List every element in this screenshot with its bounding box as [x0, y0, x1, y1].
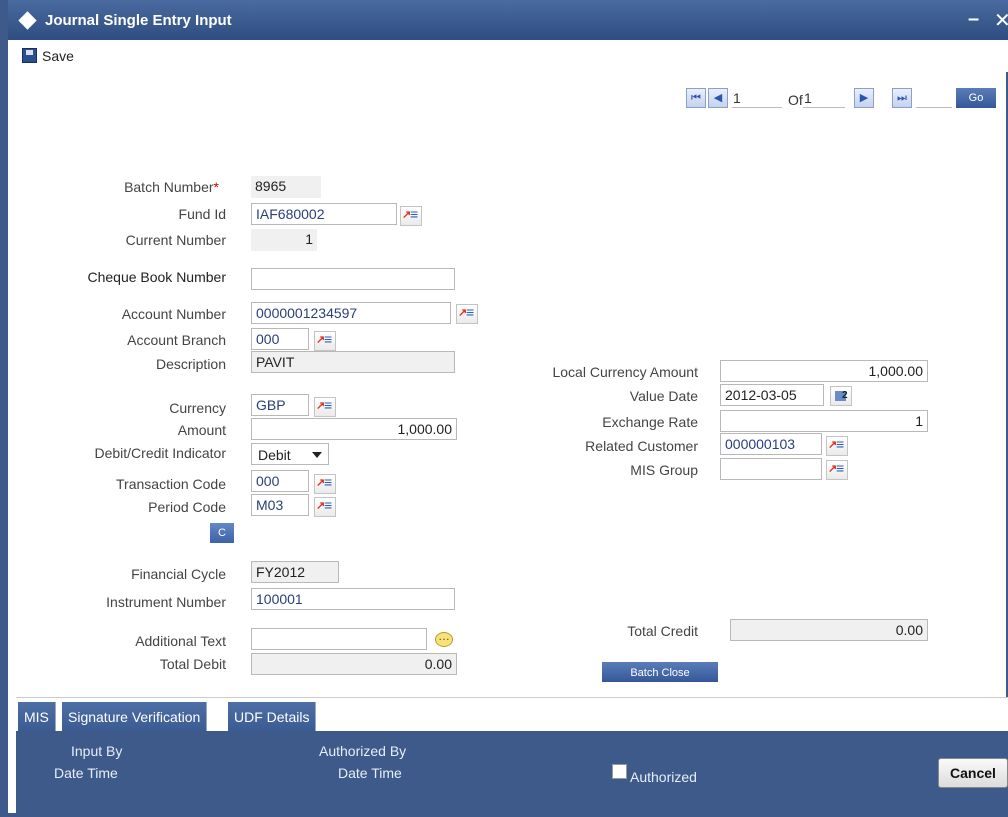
debit-credit-select[interactable]: Debit	[251, 443, 329, 465]
current-record-value: 1	[733, 90, 741, 106]
related-customer-lov-icon[interactable]	[826, 436, 848, 456]
instrument-number-label: Instrument Number	[106, 594, 226, 610]
authorized-by-label: Authorized By	[319, 743, 407, 759]
c-button[interactable]: C	[210, 523, 234, 543]
amount-field[interactable]: 1,000.00	[251, 418, 457, 440]
debit-credit-value: Debit	[258, 447, 291, 463]
calendar-icon[interactable]	[830, 386, 852, 406]
description-field: PAVIT	[251, 351, 455, 373]
tab-udf-details[interactable]: UDF Details	[228, 702, 317, 732]
local-currency-amount-label: Local Currency Amount	[552, 364, 698, 380]
currency-label: Currency	[169, 400, 226, 416]
transaction-code-field[interactable]: 000	[251, 470, 309, 492]
journal-window: Journal Single Entry Input – ✕ Save ⏮ ◀ …	[0, 0, 1008, 817]
financial-cycle-field: FY2012	[251, 561, 339, 583]
account-branch-lov-icon[interactable]	[314, 331, 336, 351]
authorized-label: Authorized	[630, 769, 697, 785]
additional-text-field[interactable]	[251, 628, 427, 650]
amount-label: Amount	[177, 422, 226, 438]
transaction-code-lov-icon[interactable]	[314, 474, 336, 494]
title-bar: Journal Single Entry Input – ✕	[8, 0, 1008, 40]
exchange-rate-label: Exchange Rate	[602, 414, 698, 430]
tab-mis[interactable]: MIS	[18, 702, 56, 732]
total-record-value: 1	[804, 90, 812, 106]
app-diamond-icon	[18, 11, 37, 30]
total-credit-label: Total Credit	[627, 623, 698, 639]
toolbar: Save	[16, 40, 1008, 72]
description-label: Description	[155, 356, 226, 372]
account-number-label: Account Number	[121, 306, 226, 322]
period-code-lov-icon[interactable]	[314, 497, 336, 517]
additional-text-label: Additional Text	[135, 633, 226, 649]
debit-credit-label: Debit/Credit Indicator	[94, 445, 226, 461]
current-number-label: Current Number	[125, 232, 226, 248]
tab-signature-verification[interactable]: Signature Verification	[62, 702, 208, 732]
last-record-icon[interactable]: ⏭	[892, 88, 912, 108]
batch-number-field: 8965	[251, 176, 321, 198]
total-credit-field: 0.00	[730, 619, 928, 641]
financial-cycle-label: Financial Cycle	[131, 566, 226, 582]
current-number-field: 1	[251, 229, 317, 251]
tab-bar: MIS Signature Verification UDF Details	[16, 697, 1008, 732]
currency-lov-icon[interactable]	[314, 397, 336, 417]
batch-number-label: Batch Number*	[124, 179, 219, 195]
close-button[interactable]: ✕	[994, 8, 1008, 33]
window-title: Journal Single Entry Input	[45, 12, 232, 29]
cheque-book-number-field[interactable]	[251, 268, 455, 290]
instrument-number-field[interactable]: 100001	[251, 588, 455, 610]
cheque-book-number-label: Cheque Book Number	[87, 269, 226, 285]
of-label: Of	[788, 92, 803, 108]
fund-id-label: Fund Id	[178, 206, 226, 222]
period-code-label: Period Code	[148, 499, 226, 515]
save-button[interactable]: Save	[42, 48, 74, 64]
mis-group-label: MIS Group	[630, 462, 698, 478]
fund-id-field[interactable]: IAF680002	[251, 203, 397, 225]
total-debit-label: Total Debit	[159, 656, 226, 672]
go-button[interactable]: Go	[956, 88, 996, 108]
exchange-rate-field[interactable]: 1	[720, 410, 928, 432]
account-number-field[interactable]: 0000001234597	[251, 302, 451, 324]
value-date-field[interactable]: 2012-03-05	[720, 384, 824, 406]
minimize-button[interactable]: –	[968, 8, 979, 31]
cancel-button[interactable]: Cancel	[938, 758, 1008, 788]
save-icon[interactable]	[22, 48, 37, 63]
account-branch-field[interactable]: 000	[251, 328, 309, 350]
fund-id-lov-icon[interactable]	[400, 206, 422, 226]
chevron-down-icon	[312, 452, 322, 458]
audit-footer: Input By Date Time Authorized By Date Ti…	[16, 731, 1008, 813]
authorized-checkbox[interactable]	[612, 764, 627, 779]
first-record-icon[interactable]: ⏮	[686, 88, 706, 108]
account-number-lov-icon[interactable]	[456, 304, 478, 324]
mis-group-field[interactable]	[720, 458, 822, 480]
related-customer-label: Related Customer	[585, 438, 698, 454]
transaction-code-label: Transaction Code	[116, 476, 226, 492]
goto-record-field[interactable]	[916, 88, 952, 108]
input-by-label: Input By	[71, 743, 123, 759]
period-code-field[interactable]: M03	[251, 494, 309, 516]
local-currency-amount-field[interactable]: 1,000.00	[720, 360, 928, 382]
date-time-label-1: Date Time	[54, 765, 118, 781]
currency-field[interactable]: GBP	[251, 394, 309, 416]
value-date-label: Value Date	[629, 388, 698, 404]
total-debit-field: 0.00	[251, 653, 457, 675]
date-time-label-2: Date Time	[338, 765, 402, 781]
mis-group-lov-icon[interactable]	[826, 460, 848, 480]
next-record-icon[interactable]: ▶	[854, 88, 874, 108]
related-customer-field[interactable]: 000000103	[720, 433, 822, 455]
account-branch-label: Account Branch	[127, 332, 226, 348]
comment-icon[interactable]	[433, 629, 455, 650]
prev-record-icon[interactable]: ◀	[708, 88, 728, 108]
batch-close-button[interactable]: Batch Close	[602, 662, 718, 682]
